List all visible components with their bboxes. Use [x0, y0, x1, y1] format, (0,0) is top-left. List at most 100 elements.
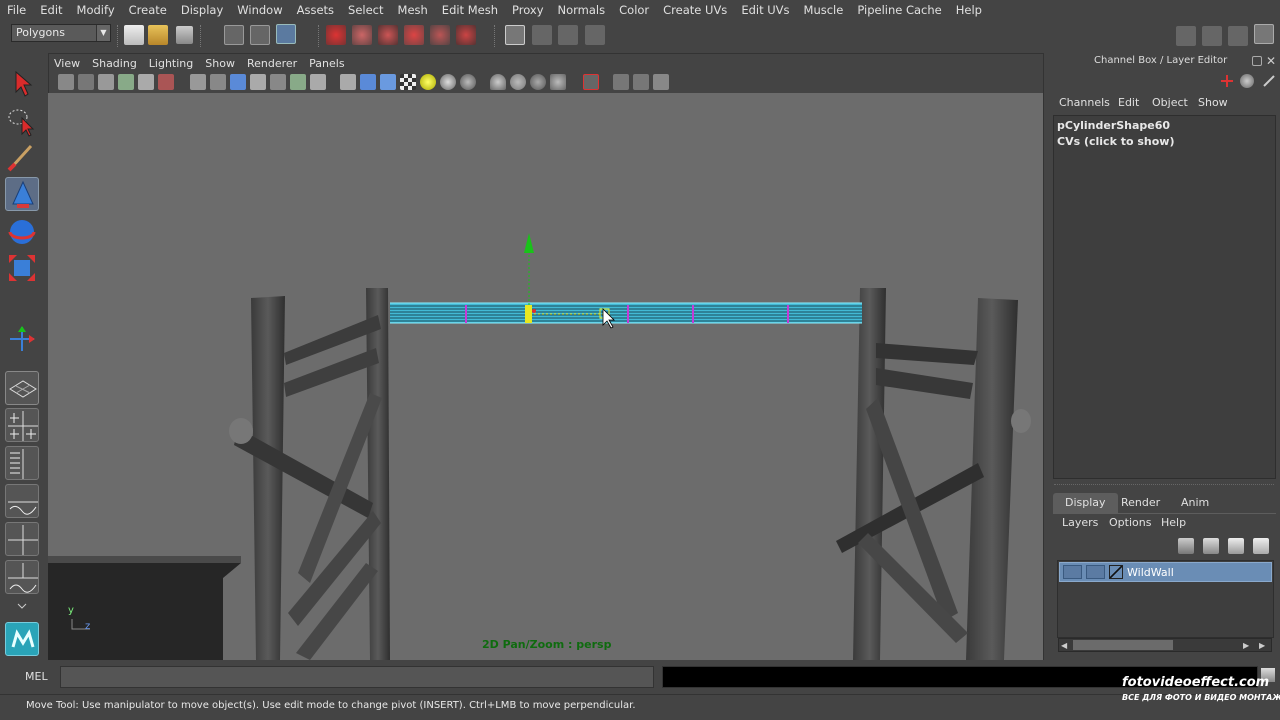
xray-joints-icon[interactable] [613, 74, 629, 90]
persp-graph-layout-icon[interactable] [5, 484, 39, 518]
magnet-icon[interactable] [456, 25, 476, 45]
channel-box-icon[interactable] [1220, 74, 1234, 88]
safe-title-icon[interactable] [310, 74, 326, 90]
layer-menu-help[interactable]: Help [1161, 516, 1186, 529]
attribute-editor-icon[interactable] [1240, 74, 1254, 88]
scroll-right-end-icon[interactable]: ▶ [1259, 641, 1265, 650]
snap-view-plane-icon[interactable] [404, 25, 424, 45]
wireframe-on-shaded-icon[interactable] [380, 74, 396, 90]
splitter-handle[interactable] [1054, 484, 1274, 485]
wireframe-icon[interactable] [340, 74, 356, 90]
mel-input[interactable] [60, 666, 654, 688]
new-scene-icon[interactable] [124, 25, 144, 45]
open-scene-icon[interactable] [148, 25, 168, 45]
snap-curve-icon[interactable] [352, 25, 372, 45]
menu-mesh[interactable]: Mesh [391, 3, 435, 17]
menu-window[interactable]: Window [230, 3, 289, 17]
select-hierarchy-icon[interactable] [224, 25, 244, 45]
menu-create[interactable]: Create [122, 3, 174, 17]
float-panel-icon[interactable] [1252, 56, 1262, 66]
menu-assets[interactable]: Assets [290, 3, 341, 17]
panel-menu-panels[interactable]: Panels [303, 57, 350, 70]
select-tool-icon[interactable] [5, 66, 39, 100]
layer-scrollbar[interactable]: ◀ ▶ ▶ [1058, 638, 1272, 652]
multisample-aa-icon[interactable] [510, 74, 526, 90]
display-type-toggle[interactable] [1086, 565, 1105, 579]
graph-editor-layout-icon[interactable] [5, 560, 39, 594]
select-component-icon[interactable] [276, 24, 296, 44]
panel-menu-view[interactable]: View [48, 57, 86, 70]
textured-icon[interactable] [400, 74, 416, 90]
layer-name[interactable]: WildWall [1127, 566, 1174, 579]
layer-menu-options[interactable]: Options [1109, 516, 1151, 529]
select-object-icon[interactable] [250, 25, 270, 45]
layer-row[interactable]: WildWall [1059, 562, 1272, 582]
menu-edit[interactable]: Edit [33, 3, 69, 17]
grid-icon[interactable] [190, 74, 206, 90]
use-all-lights-icon[interactable] [420, 74, 436, 90]
save-scene-icon[interactable] [176, 26, 193, 44]
move-layer-icon[interactable] [1178, 538, 1194, 554]
cvs-toggle[interactable]: CVs (click to show) [1057, 135, 1175, 148]
grease-pencil-icon[interactable] [158, 74, 174, 90]
isolate-select-icon[interactable] [550, 74, 566, 90]
cb-menu-channels[interactable]: Channels [1059, 96, 1110, 109]
cb-menu-edit[interactable]: Edit [1118, 96, 1139, 109]
menu-help[interactable]: Help [949, 3, 989, 17]
single-perspective-layout-icon[interactable] [5, 371, 39, 405]
tab-display[interactable]: Display [1053, 493, 1118, 514]
mel-label[interactable]: MEL [25, 670, 48, 683]
universal-manipulator-icon[interactable] [5, 322, 39, 356]
menu-select[interactable]: Select [341, 3, 390, 17]
channel-box-icon[interactable] [1254, 24, 1274, 44]
chevron-down-icon[interactable] [5, 598, 39, 614]
tool-settings-icon[interactable] [1202, 26, 1222, 46]
new-layer-from-selected-icon[interactable] [1228, 538, 1244, 554]
render-view-icon[interactable] [505, 25, 525, 45]
menu-modify[interactable]: Modify [70, 3, 122, 17]
menu-edit-uvs[interactable]: Edit UVs [734, 3, 796, 17]
menu-proxy[interactable]: Proxy [505, 3, 551, 17]
snap-point-icon[interactable] [378, 25, 398, 45]
persp-outliner-layout-icon[interactable] [5, 446, 39, 480]
render-current-icon[interactable] [532, 25, 552, 45]
scroll-right-icon[interactable]: ▶ [1243, 641, 1249, 650]
smooth-shade-icon[interactable] [360, 74, 376, 90]
selected-cylinder[interactable] [390, 302, 862, 324]
lasso-tool-icon[interactable] [5, 104, 39, 138]
ipr-render-icon[interactable] [558, 25, 578, 45]
tab-render[interactable]: Render [1109, 493, 1172, 514]
film-gate-icon[interactable] [210, 74, 226, 90]
panel-menu-lighting[interactable]: Lighting [143, 57, 199, 70]
panel-menu-renderer[interactable]: Renderer [241, 57, 303, 70]
close-icon[interactable]: ✕ [1266, 54, 1276, 68]
2d-pan-zoom-icon[interactable] [138, 74, 154, 90]
visibility-toggle[interactable] [1063, 565, 1082, 579]
paint-select-tool-icon[interactable] [5, 140, 39, 174]
menu-color[interactable]: Color [612, 3, 656, 17]
object-name[interactable]: pCylinderShape60 [1057, 119, 1170, 132]
scale-tool-icon[interactable] [5, 251, 39, 285]
depth-of-field-icon[interactable] [530, 74, 546, 90]
field-chart-icon[interactable] [270, 74, 286, 90]
menu-muscle[interactable]: Muscle [797, 3, 851, 17]
image-plane-icon[interactable] [118, 74, 134, 90]
select-camera-icon[interactable] [58, 74, 74, 90]
menu-edit-mesh[interactable]: Edit Mesh [435, 3, 505, 17]
xray-icon[interactable] [583, 74, 599, 90]
panel-menu-show[interactable]: Show [199, 57, 241, 70]
motion-blur-icon[interactable] [490, 74, 506, 90]
rotate-tool-icon[interactable] [5, 215, 39, 249]
gate-mask-icon[interactable] [250, 74, 266, 90]
menu-create-uvs[interactable]: Create UVs [656, 3, 734, 17]
xray-components-icon[interactable] [633, 74, 649, 90]
screen-space-ao-icon[interactable] [460, 74, 476, 90]
hypershade-layout-icon[interactable] [5, 522, 39, 556]
hud-icon[interactable] [653, 74, 669, 90]
resolution-gate-icon[interactable] [230, 74, 246, 90]
snap-grid-icon[interactable] [326, 25, 346, 45]
menu-display[interactable]: Display [174, 3, 230, 17]
layer-menu-layers[interactable]: Layers [1062, 516, 1098, 529]
shadows-icon[interactable] [440, 74, 456, 90]
menu-set-dropdown[interactable]: Polygons ▼ [11, 24, 111, 42]
